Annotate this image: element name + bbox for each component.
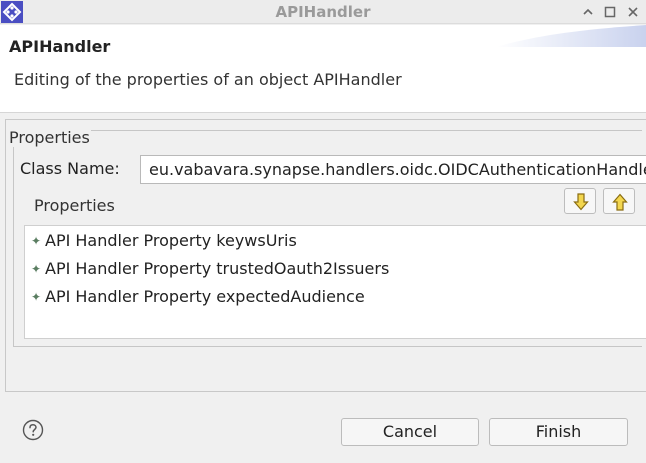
- finish-button[interactable]: Finish: [489, 418, 628, 446]
- arrow-up-icon: [612, 193, 628, 211]
- header-banner-graphic: [496, 25, 646, 47]
- list-item-label: API Handler Property keywsUris: [45, 231, 297, 250]
- move-down-button[interactable]: [564, 188, 596, 214]
- title-bar: APIHandler: [0, 0, 646, 24]
- window-title: APIHandler: [275, 3, 371, 21]
- cancel-button[interactable]: Cancel: [341, 418, 479, 446]
- properties-list-label: Properties: [34, 196, 115, 215]
- close-icon[interactable]: [624, 3, 642, 21]
- page-title: APIHandler: [9, 37, 111, 56]
- list-item-label: API Handler Property trustedOauth2Issuer…: [45, 259, 390, 278]
- list-item[interactable]: ✦ API Handler Property keywsUris: [31, 231, 297, 253]
- list-item[interactable]: ✦ API Handler Property trustedOauth2Issue…: [31, 259, 389, 281]
- property-bullet-icon: ✦: [31, 290, 42, 304]
- class-name-field[interactable]: eu.vabavara.synapse.handlers.oidc.OIDCAu…: [140, 155, 646, 184]
- class-name-label: Class Name:: [20, 159, 120, 178]
- arrow-down-icon: [573, 193, 589, 211]
- move-up-button[interactable]: [603, 188, 635, 214]
- maximize-icon[interactable]: [601, 3, 619, 21]
- properties-list[interactable]: ✦ API Handler Property keywsUris ✦ API Han…: [24, 225, 646, 339]
- wizard-header: APIHandler Editing of the properties of …: [0, 25, 646, 113]
- list-item-label: API Handler Property expectedAudience: [45, 287, 365, 306]
- help-icon[interactable]: [22, 419, 44, 441]
- page-description: Editing of the properties of an object A…: [14, 70, 402, 89]
- list-item[interactable]: ✦ API Handler Property expectedAudience: [31, 287, 365, 309]
- property-bullet-icon: ✦: [31, 234, 42, 248]
- minimize-icon[interactable]: [579, 3, 597, 21]
- property-bullet-icon: ✦: [31, 262, 42, 276]
- properties-group-label: Properties: [8, 128, 91, 147]
